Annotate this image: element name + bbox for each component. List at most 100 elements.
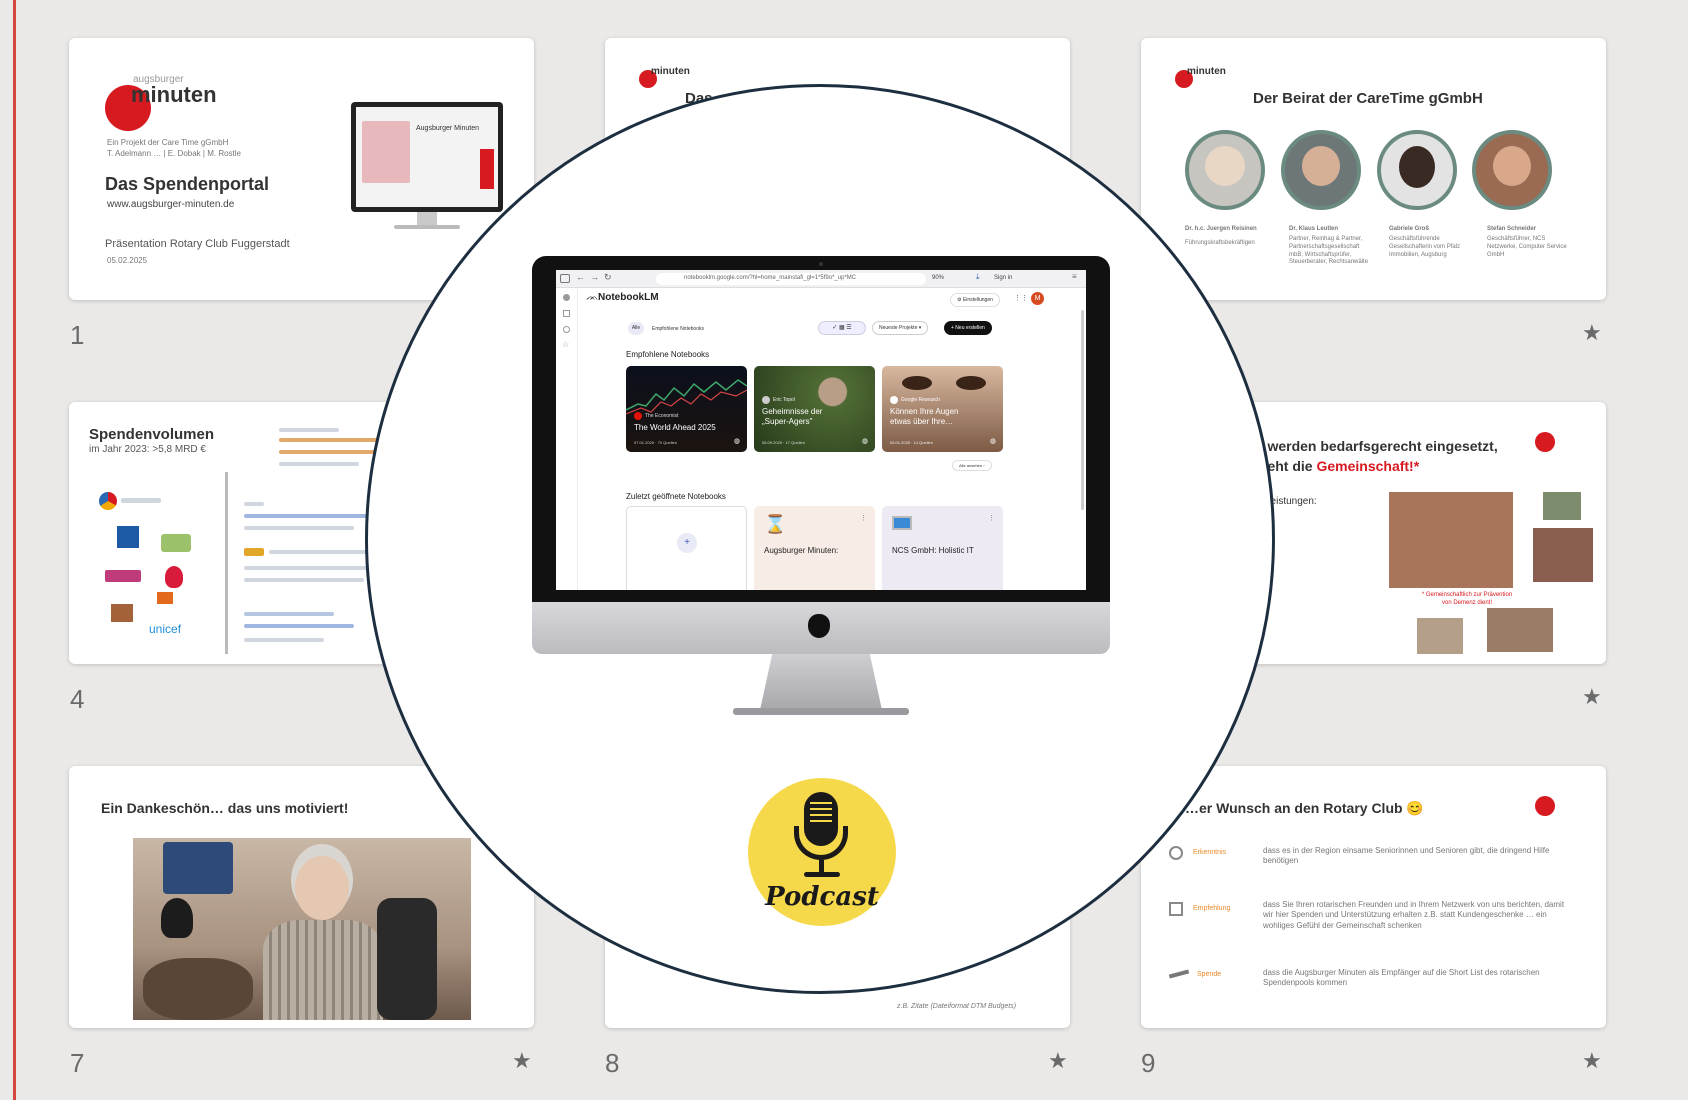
podcast-badge[interactable]: Podcast (748, 778, 896, 926)
org-logo-3 (161, 534, 191, 552)
source-badge (890, 396, 898, 404)
row-label-1: Erkenntnis (1193, 849, 1227, 856)
user-avatar[interactable]: M (1031, 292, 1044, 305)
magnifier-icon (1169, 846, 1183, 860)
view-toggle[interactable]: ✓ ▦ ☰ (818, 321, 866, 335)
recent-card-1[interactable]: ⌛ ⋮ Augsburger Minuten: (754, 506, 875, 590)
slide-title-line-1: …n werden bedarfsgerecht eingesetzt, (1241, 438, 1498, 454)
apple-logo-icon (808, 614, 830, 638)
slide-subtitle-1: Ein Projekt der Care Time gGmbH (107, 138, 229, 147)
featured-card-3[interactable]: Google Research Können Ihre Augen etwas … (882, 366, 1003, 452)
eye-graphic (956, 376, 986, 390)
reload-icon[interactable]: ↻ (604, 272, 612, 283)
person-body (263, 920, 383, 1020)
forward-icon[interactable]: → (590, 272, 599, 282)
card-source: Google Research (901, 397, 940, 403)
row-text-1: dass es in der Region einsame Seniorinne… (1263, 846, 1550, 866)
person-name-1: Dr. h.c. Juergen Reisinen (1185, 226, 1257, 232)
row-text-2: dass Sie Ihren rotarischen Freunden und … (1263, 900, 1565, 930)
settings-button[interactable]: ⚙ Einstellungen (950, 293, 1000, 307)
screen-title: Augsburger Minuten (416, 125, 480, 132)
more-icon[interactable]: ⋮ (988, 514, 995, 522)
left-edge-accent (13, 0, 16, 1100)
person-role-3: Geschäftsführende Gesellschafterin vom P… (1389, 236, 1461, 258)
org-logo-6 (111, 604, 133, 622)
slide-number-9: 9 (1141, 1048, 1156, 1078)
org-logo-2 (117, 526, 139, 548)
new-notebook-button[interactable]: + Neu erstellen (944, 321, 992, 335)
globe-icon: ◍ (733, 438, 740, 445)
org-logo-label (121, 498, 161, 503)
app-logo-icon: ᨏ (586, 292, 599, 303)
star-icon[interactable]: ★ (1582, 684, 1602, 710)
logo-red-dot (1535, 432, 1555, 452)
featured-heading: Empfohlene Notebooks (626, 350, 710, 359)
url-bar[interactable]: notebooklm.google.com/?hl=home_mainstafi… (656, 273, 926, 285)
rail-icon-2[interactable] (563, 310, 570, 317)
logo-text: minuten (651, 66, 690, 77)
menu-icon[interactable]: ≡ (1072, 272, 1077, 281)
podcast-label: Podcast (765, 882, 879, 912)
imac-base (733, 708, 909, 715)
app-brand: NotebookLM (598, 292, 659, 303)
person-name-2: Dr. Klaus Leutlen (1289, 226, 1339, 232)
recent-heading: Zuletzt geöffnete Notebooks (626, 492, 726, 501)
imac-bezel: ← → ↻ notebooklm.google.com/?hl=home_mai… (532, 256, 1110, 602)
star-icon[interactable]: ★ (1582, 1048, 1602, 1074)
dog (143, 958, 253, 1020)
star-icon[interactable]: ★ (1582, 320, 1602, 346)
star-icon[interactable]: ★ (512, 1048, 532, 1074)
rail-icon-3[interactable] (563, 326, 570, 333)
card-meta: 03.01.2025 · 14 Quellen (890, 440, 933, 445)
scrollbar[interactable] (1081, 310, 1084, 510)
photo-group-1 (1389, 492, 1513, 588)
star-icon[interactable]: ★ (1048, 1048, 1068, 1074)
presentation-label: Präsentation Rotary Club Fuggerstadt (105, 238, 290, 250)
rail-icon-4[interactable]: ☆ (562, 340, 569, 349)
chair (377, 898, 437, 1020)
card-meta: 07.01.2025 · 70 Quellen (634, 440, 677, 445)
rail-icon-1[interactable] (563, 294, 570, 301)
filter-chip-featured[interactable]: Empfohlene Notebooks (652, 326, 704, 332)
person-role-1: Führungskraftsbekräftigen (1185, 240, 1255, 246)
download-icon[interactable]: ⤓ (976, 272, 980, 282)
imac-camera (819, 262, 823, 266)
zoom-badge[interactable]: 90% (932, 275, 944, 281)
imac-screen: ← → ↻ notebooklm.google.com/?hl=home_mai… (556, 270, 1086, 590)
card-title: Geheimnisse der „Super-Agers" (762, 407, 823, 426)
imac-chin (532, 602, 1110, 654)
person-photo-1 (1185, 130, 1265, 210)
source-badge (634, 412, 642, 420)
org-logo-5 (165, 566, 183, 588)
card-title: The World Ahead 2025 (634, 423, 716, 432)
featured-card-1[interactable]: The Economist The World Ahead 2025 07.01… (626, 366, 747, 452)
video-still (133, 838, 471, 1020)
signin-button[interactable]: Sign in (994, 275, 1012, 281)
unicef-logo: unicef (149, 622, 182, 636)
apps-grid-icon[interactable]: ⋮⋮ (1014, 294, 1028, 302)
hourglass-icon: ⌛ (764, 514, 787, 534)
recent-title: Augsburger Minuten: (764, 546, 839, 555)
featured-card-2[interactable]: Eric Topol Geheimnisse der „Super-Agers"… (754, 366, 875, 452)
person-photo-3 (1377, 130, 1457, 210)
recent-card-2[interactable]: ⋮ NCS GmbH: Holistic IT (882, 506, 1003, 590)
sidebar-toggle-icon[interactable] (560, 274, 570, 283)
mic-base (804, 872, 840, 877)
card-title: Können Ihre Augen etwas über Ihre… (890, 407, 959, 426)
slide-thumbnail-9[interactable]: …er Wunsch an den Rotary Club 😊 Erkenntn… (1141, 766, 1606, 1028)
filter-chip-all[interactable]: Alle (628, 322, 644, 335)
slide-date: 05.02.2025 (107, 256, 148, 265)
globe-icon: ◍ (989, 438, 996, 445)
logo-text: minuten (1187, 66, 1226, 77)
logo-text: minuten (131, 82, 217, 107)
create-notebook-card[interactable]: + (626, 506, 747, 590)
more-icon[interactable]: ⋮ (860, 514, 867, 522)
back-icon[interactable]: ← (576, 272, 585, 282)
org-logo-7 (157, 592, 173, 604)
see-all-button[interactable]: Alle ansehen › (952, 460, 992, 471)
sort-dropdown[interactable]: Neueste Projekte ▾ (872, 321, 929, 335)
source-badge (762, 396, 770, 404)
cat (161, 898, 193, 938)
slide-thumbnail-3[interactable]: minuten Der Beirat der CareTime gGmbH Dr… (1141, 38, 1606, 300)
wall-art (163, 842, 233, 894)
